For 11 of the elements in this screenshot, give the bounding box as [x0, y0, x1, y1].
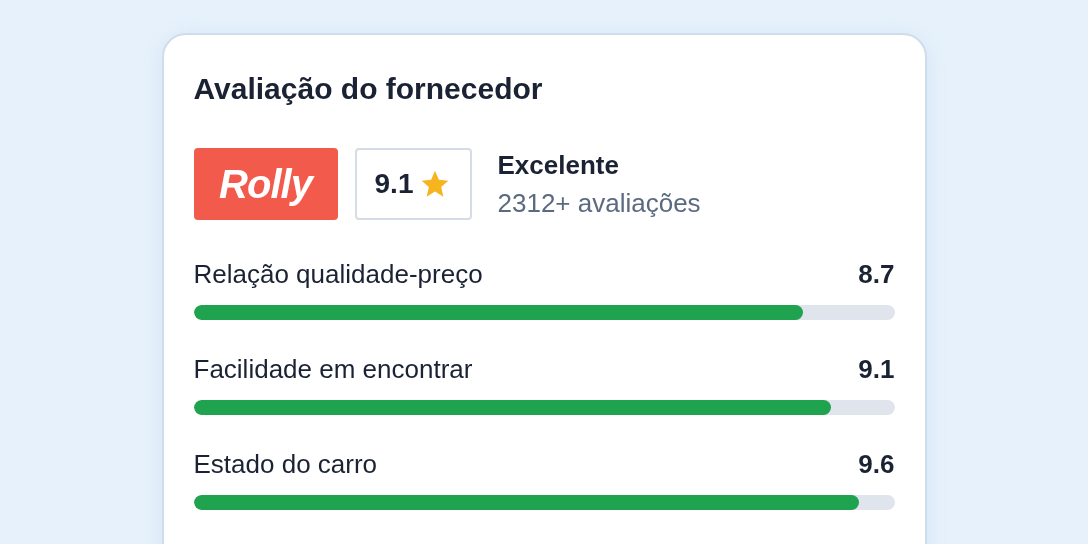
criterion-score: 8.7 — [858, 258, 895, 290]
criterion-score: 9.1 — [858, 353, 895, 385]
criterion-label: Relação qualidade-preço — [193, 258, 483, 290]
criterion-score: 9.6 — [858, 448, 895, 480]
supplier-logo: Rolly — [193, 148, 338, 220]
review-count: 2312+ avaliações — [497, 187, 701, 220]
criterion-label: Estado do carro — [193, 448, 378, 480]
card-title: Avaliação do fornecedor — [193, 71, 544, 107]
verdict-text: Excelente — [497, 149, 620, 182]
score-value: 9.1 — [374, 167, 414, 201]
criterion-label: Facilidade em encontrar — [193, 353, 473, 385]
